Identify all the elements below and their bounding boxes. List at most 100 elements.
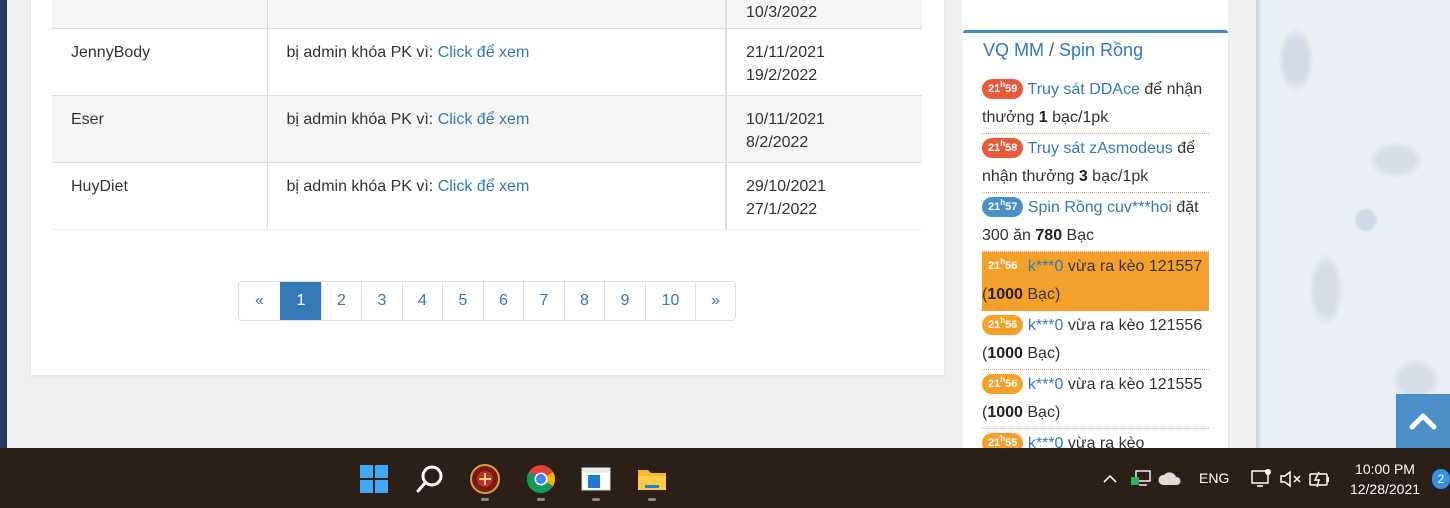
left-window-edge [0, 0, 7, 448]
view-reason-link[interactable]: Click để xem [438, 111, 530, 128]
feed-link[interactable]: Truy sát zAsmodeus [1028, 140, 1173, 157]
date-from: 21/11/2021 [746, 44, 825, 61]
activity-feed: 21h59 Truy sát DDAce để nhận thưởng 1 bạ… [982, 75, 1209, 455]
title-separator: / [1044, 40, 1060, 60]
spin-rong-link[interactable]: Spin Rồng [1059, 40, 1143, 60]
table-row: 10/3/2022 [52, 0, 922, 29]
game-app-icon[interactable] [467, 461, 503, 497]
onedrive-cloud-icon[interactable] [1152, 461, 1188, 497]
date-cell: 29/10/2021 27/1/2022 [726, 162, 922, 230]
chevron-up-icon [1409, 413, 1437, 430]
feed-amount: 3 [1078, 168, 1088, 185]
pagination-next[interactable]: » [695, 282, 735, 320]
page-1-button[interactable]: 1 [280, 282, 321, 320]
battery-icon[interactable] [1302, 461, 1338, 497]
table-row: JennyBody bị admin khóa PK vì: Click để … [52, 28, 922, 96]
language-indicator[interactable]: ENG [1199, 470, 1229, 486]
reason-text: bị admin khóa PK vì: [286, 44, 438, 61]
feed-amount: 1 [1038, 109, 1048, 126]
feed-item: 21h59 Truy sát DDAce để nhận thưởng 1 bạ… [982, 75, 1209, 134]
reason-cell [266, 0, 727, 29]
feed-item: 21h56 k***0 vừa ra kèo 121555 (1000 Bạc) [982, 370, 1209, 429]
date-cell: 10/3/2022 [726, 0, 922, 29]
page-3-button[interactable]: 3 [361, 282, 402, 320]
running-indicator [648, 498, 656, 501]
date-cell: 10/11/2021 8/2/2022 [726, 95, 922, 163]
player-name: JennyBody [52, 28, 267, 96]
view-reason-link[interactable]: Click để xem [438, 178, 530, 195]
feed-link[interactable]: Truy sát DDAce [1028, 81, 1140, 98]
page-9-button[interactable]: 9 [604, 282, 645, 320]
app-window-icon[interactable] [578, 461, 614, 497]
view-reason-link[interactable]: Click để xem [438, 44, 530, 61]
chrome-icon[interactable] [523, 461, 559, 497]
feed-text: bạc/1pk [1087, 168, 1149, 185]
feed-item-highlighted: 21h56 k***0 vừa ra kèo 121557 (1000 Bạc) [982, 252, 1209, 311]
vqmm-link[interactable]: VQ MM [983, 40, 1044, 60]
notification-badge[interactable]: 2 [1432, 469, 1450, 489]
feed-title: VQ MM / Spin Rồng [983, 40, 1143, 61]
feed-item: 21h57 Spin Rồng cuv***hoi đặt 300 ăn 780… [982, 193, 1209, 252]
feed-text: Bạc) [1022, 286, 1061, 303]
feed-text: Bạc) [1022, 404, 1061, 421]
feed-text: Bạc [1062, 227, 1095, 244]
time-badge: 21h59 [982, 79, 1024, 99]
reason-cell: bị admin khóa PK vì: Click để xem [266, 162, 727, 230]
feed-amount: 1000 [987, 345, 1023, 362]
page-10-button[interactable]: 10 [645, 282, 695, 320]
feed-link[interactable]: k***0 [1028, 376, 1064, 393]
search-icon[interactable] [412, 461, 448, 497]
time-badge: 21h58 [982, 138, 1024, 158]
date-from: 29/10/2021 [746, 178, 827, 195]
reason-cell: bị admin khóa PK vì: Click để xem [266, 28, 727, 96]
table-row: Eser bị admin khóa PK vì: Click để xem 1… [52, 95, 922, 163]
page-8-button[interactable]: 8 [564, 282, 604, 320]
feed-amount: 1000 [987, 286, 1023, 303]
date-to: 8/2/2022 [746, 134, 809, 151]
file-explorer-icon[interactable] [634, 461, 670, 497]
time-badge: 21h57 [982, 197, 1024, 217]
ban-list-table: 10/3/2022 JennyBody bị admin khóa PK vì:… [52, 0, 922, 230]
table-row: HuyDiet bị admin khóa PK vì: Click để xe… [52, 162, 922, 230]
date-to: 19/2/2022 [746, 67, 818, 84]
reason-cell: bị admin khóa PK vì: Click để xem [266, 95, 727, 163]
taskbar [0, 448, 1450, 508]
feed-text: bạc/1pk [1047, 109, 1109, 126]
page-4-button[interactable]: 4 [402, 282, 442, 320]
content-shadow [1256, 0, 1262, 448]
clock-time: 10:00 PM [1355, 461, 1415, 477]
reason-text: bị admin khóa PK vì: [286, 178, 438, 195]
feed-link[interactable]: k***0 [1028, 258, 1064, 275]
time-badge: 21h56 [982, 374, 1024, 394]
feed-link[interactable]: k***0 [1028, 317, 1064, 334]
date-cell: 21/11/2021 19/2/2022 [726, 28, 922, 96]
page-2-button[interactable]: 2 [321, 282, 361, 320]
system-clock[interactable]: 10:00 PM 12/28/2021 [1340, 459, 1430, 499]
time-badge: 21h56 [982, 256, 1024, 276]
page-6-button[interactable]: 6 [483, 282, 523, 320]
date-from: 10/11/2021 [746, 111, 825, 128]
player-name: HuyDiet [52, 162, 267, 230]
feed-item: 21h58 Truy sát zAsmodeus để nhận thưởng … [982, 134, 1209, 193]
scroll-to-top-button[interactable] [1396, 394, 1450, 448]
player-name-cell [52, 0, 267, 29]
page-7-button[interactable]: 7 [523, 282, 564, 320]
feed-text: Bạc) [1022, 345, 1061, 362]
pagination: « 1 2 3 4 5 6 7 8 9 10 » [238, 281, 736, 321]
feed-amount: 780 [1035, 227, 1063, 244]
date-to: 10/3/2022 [746, 4, 818, 21]
pagination-prev[interactable]: « [239, 282, 280, 320]
running-indicator [481, 498, 489, 501]
page-5-button[interactable]: 5 [442, 282, 483, 320]
feed-amount: 1000 [987, 404, 1023, 421]
reason-text: bị admin khóa PK vì: [286, 111, 438, 128]
running-indicator [537, 498, 545, 501]
decorative-background [1256, 0, 1450, 448]
windows-start-icon[interactable] [356, 461, 392, 497]
date-to: 27/1/2022 [746, 201, 818, 218]
clock-date: 12/28/2021 [1349, 481, 1421, 497]
feed-link[interactable]: Spin Rồng cuv***hoi [1028, 199, 1172, 216]
feed-item: 21h56 k***0 vừa ra kèo 121556 (1000 Bạc) [982, 311, 1209, 370]
player-name: Eser [52, 95, 267, 163]
time-badge: 21h56 [982, 315, 1024, 335]
